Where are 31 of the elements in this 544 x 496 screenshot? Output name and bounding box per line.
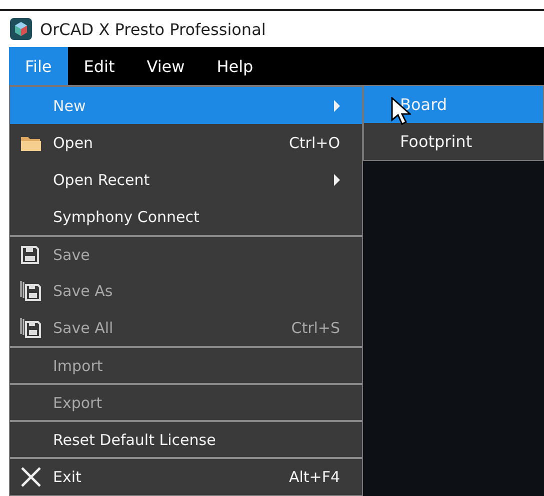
menu-item-label: Open <box>53 134 94 152</box>
menu-bar-item[interactable]: View <box>130 47 201 85</box>
menu-item-label: Save All <box>53 318 114 336</box>
menu-item-label: New <box>53 96 87 114</box>
floppy-disks-icon <box>20 280 42 302</box>
menu-item-label: Symphony Connect <box>53 208 200 226</box>
menu-item-label: Exit <box>53 468 82 486</box>
menu-bar-item[interactable]: Edit <box>68 47 131 85</box>
window-title: OrCAD X Presto Professional <box>40 20 266 38</box>
menu-item[interactable]: Open Ctrl+O <box>10 124 362 161</box>
menu-item-label: Import <box>53 356 104 374</box>
shortcut-label: Ctrl+O <box>288 134 340 152</box>
menu-item[interactable]: Open Recent <box>10 161 362 198</box>
menu-item-label: Open Recent <box>53 170 151 188</box>
menu-item[interactable]: Exit Alt+F4 <box>10 459 362 494</box>
menu-bar-item[interactable]: Help <box>200 47 270 85</box>
menu-item-label: Reset Default License <box>53 430 217 448</box>
shortcut-label: Ctrl+S <box>291 318 340 336</box>
menu-item[interactable]: Symphony Connect <box>10 198 362 235</box>
menu-item[interactable]: Footprint <box>364 123 543 160</box>
menu-item-label: Save As <box>53 282 114 300</box>
submenu-arrow-icon <box>334 100 340 112</box>
menu-bar-item[interactable]: File <box>9 47 68 85</box>
menu-item-label: Save <box>53 246 91 264</box>
close-icon <box>20 466 42 488</box>
menu-item[interactable]: Reset Default License <box>10 422 362 457</box>
floppy-disks-icon <box>20 316 42 338</box>
app-logo-icon <box>10 18 32 40</box>
shortcut-label: Alt+F4 <box>288 468 340 486</box>
menu-item-label: Export <box>53 394 104 412</box>
submenu-arrow-icon <box>334 174 340 186</box>
